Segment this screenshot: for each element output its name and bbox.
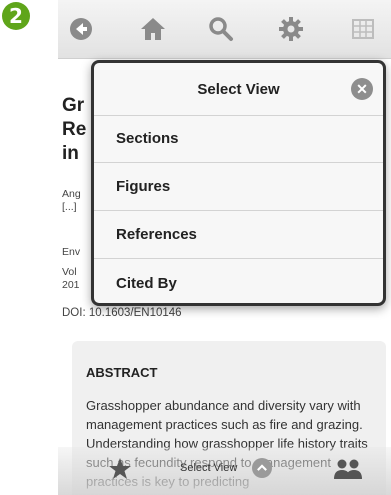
select-view-popover: Select View ✕ Sections Figures Reference…	[91, 60, 386, 306]
popover-header: Select View ✕	[94, 63, 383, 116]
year-fragment: 201	[62, 279, 80, 291]
view-option-references[interactable]: References	[94, 211, 383, 259]
select-view-button[interactable]: Select View	[180, 462, 237, 474]
popover-title: Select View	[197, 80, 280, 98]
users-icon[interactable]	[332, 457, 364, 481]
article-doi[interactable]: DOI: 10.1603/EN10146	[62, 307, 182, 319]
view-option-figures[interactable]: Figures	[94, 163, 383, 211]
close-icon[interactable]: ✕	[351, 78, 373, 100]
author-fragment-1: Ang	[62, 188, 81, 200]
back-icon[interactable]	[66, 14, 96, 44]
author-fragment-2: [...]	[62, 201, 77, 213]
view-option-cited-by[interactable]: Cited By	[94, 259, 383, 303]
grid-icon[interactable]	[348, 14, 378, 44]
search-icon[interactable]	[206, 14, 236, 44]
top-toolbar	[58, 0, 391, 59]
journal-fragment: Env	[62, 246, 81, 258]
step-number-badge: 2	[2, 2, 30, 30]
gear-icon[interactable]	[276, 14, 306, 44]
view-option-sections[interactable]: Sections	[94, 115, 383, 163]
star-icon[interactable]	[108, 457, 132, 481]
chevron-up-icon[interactable]	[252, 458, 272, 478]
bottom-toolbar: Select View	[58, 447, 391, 495]
volume-fragment: Vol	[62, 266, 77, 278]
home-icon[interactable]	[138, 14, 168, 44]
phone-screen: Gr Re in Ang [...] Env Vol 201 DOI: 10.160…	[58, 0, 391, 495]
abstract-heading: ABSTRACT	[86, 365, 158, 380]
